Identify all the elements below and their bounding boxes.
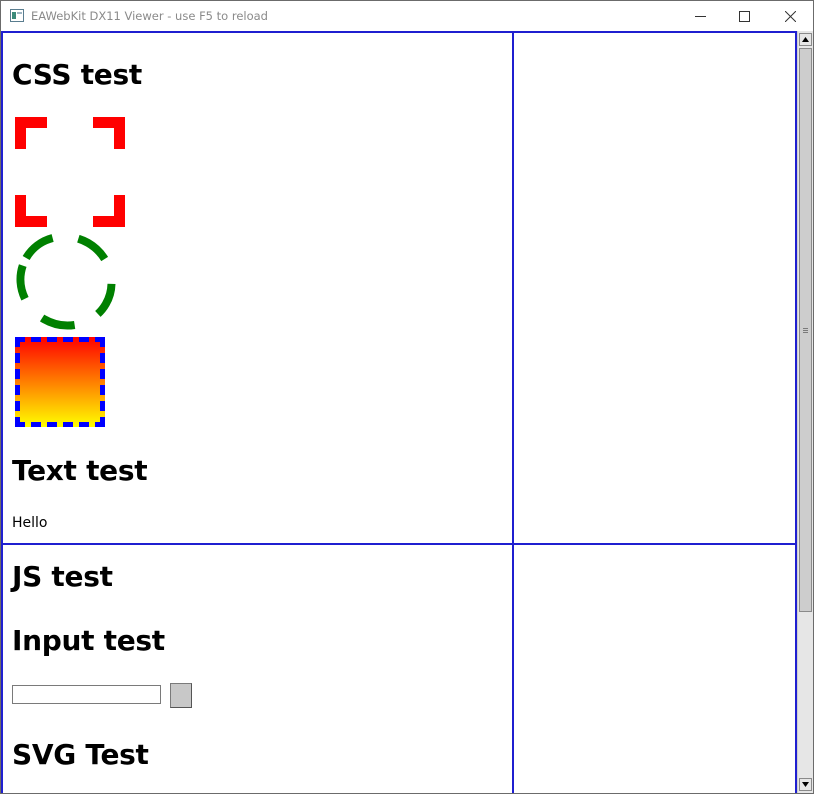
minimize-icon [694, 15, 706, 17]
scroll-up-arrow-icon [802, 37, 809, 42]
top-left-frame: CSS test Text test Hello [3, 33, 512, 543]
vertical-scrollbar[interactable] [797, 31, 813, 793]
thumb-grip-line [803, 332, 808, 333]
minimize-button[interactable] [677, 1, 723, 31]
test-text-input[interactable] [12, 685, 161, 704]
scroll-down-button[interactable] [799, 778, 812, 791]
scrollbar-thumb[interactable] [799, 48, 812, 612]
maximize-button[interactable] [721, 1, 767, 31]
corner-box-shape [15, 117, 125, 227]
top-right-frame [514, 33, 795, 543]
window-title: EAWebKit DX11 Viewer - use F5 to reload [31, 9, 268, 23]
scroll-down-arrow-icon [802, 782, 809, 787]
bottom-right-frame [514, 545, 795, 793]
input-test-heading: Input test [12, 624, 165, 657]
thumb-grip-line [803, 328, 808, 329]
gradient-box-shape [15, 337, 105, 427]
close-icon [784, 10, 796, 22]
app-window-icon [10, 9, 24, 22]
svg-test-heading: SVG Test [12, 738, 149, 771]
css-test-heading: CSS test [12, 58, 142, 91]
title-bar[interactable]: EAWebKit DX11 Viewer - use F5 to reload [1, 1, 813, 31]
web-viewport[interactable]: CSS test Text test Hello JS test Input t… [1, 31, 797, 793]
app-window: EAWebKit DX11 Viewer - use F5 to reload … [0, 0, 814, 794]
scroll-up-button[interactable] [799, 33, 812, 46]
close-button[interactable] [767, 1, 813, 31]
bottom-left-frame: JS test Input test SVG Test [3, 545, 512, 793]
maximize-icon [738, 10, 750, 22]
text-test-heading: Text test [12, 454, 148, 487]
hello-text: Hello [12, 515, 48, 531]
test-submit-button[interactable] [170, 683, 192, 708]
thumb-grip-line [803, 330, 808, 331]
dashed-circle-shape [16, 232, 116, 330]
js-test-heading: JS test [12, 560, 113, 593]
